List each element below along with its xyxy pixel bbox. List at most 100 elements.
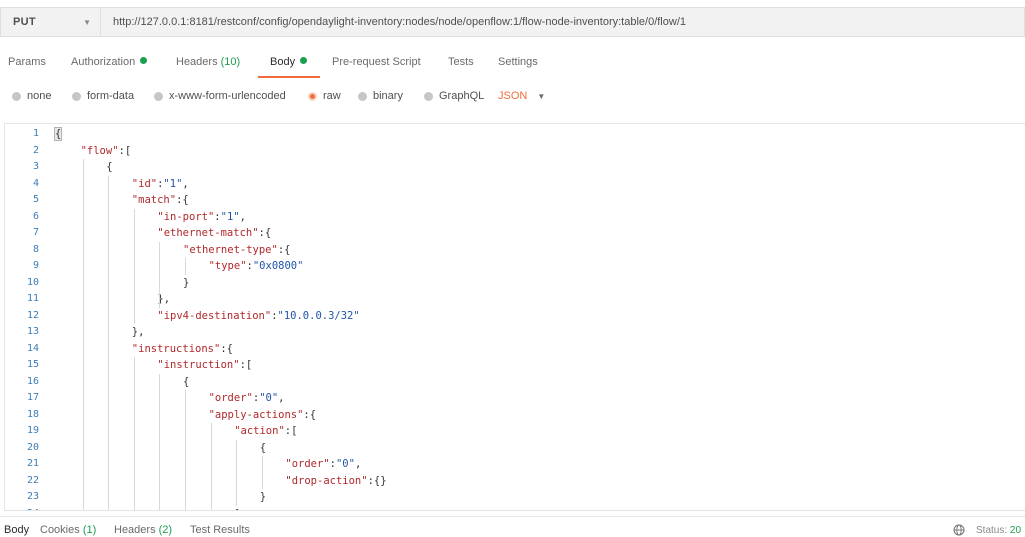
method-label: PUT: [13, 16, 36, 28]
response-tab-test-results[interactable]: Test Results: [190, 524, 250, 536]
radio-form-data-label: form-data: [87, 90, 135, 102]
body-status-dot: [300, 57, 308, 64]
indent-guide: [210, 423, 212, 510]
url-input[interactable]: http://127.0.0.1:8181/restconf/config/op…: [100, 7, 1025, 37]
json-key: "flow": [80, 144, 119, 157]
json-punctuation: }: [259, 491, 267, 503]
radio-selected-icon: [308, 91, 317, 101]
code-area[interactable]: {"flow":[{"id":"1", "match":{"in-port":"1…: [53, 124, 1025, 511]
radio-binary-label: binary: [373, 90, 403, 102]
response-tab-cookies-count: (1): [82, 524, 97, 536]
tab-settings[interactable]: Settings: [498, 56, 538, 68]
response-status: Status: 20: [976, 525, 1021, 536]
line-number: 6: [32, 210, 39, 222]
json-punctuation: :[: [118, 144, 132, 157]
line-number: 3: [32, 161, 39, 172]
line-number: 19: [26, 425, 39, 436]
request-bar: PUT ▼ http://127.0.0.1:8181/restconf/con…: [0, 7, 1025, 37]
line-number: 14: [26, 342, 39, 354]
response-tab-body[interactable]: Body: [4, 524, 29, 536]
indent-guide: [108, 175, 110, 510]
code-line: {: [260, 440, 266, 457]
line-number: 21: [26, 458, 39, 469]
method-select[interactable]: PUT ▼: [0, 7, 100, 37]
tab-headers[interactable]: Headers (10): [176, 56, 240, 68]
status-code: 20: [1009, 525, 1022, 536]
line-number-gutter: 1234567891011121314151617181920212223242…: [5, 124, 51, 510]
code-line: {: [106, 159, 112, 176]
response-tab-headers-count: (2): [158, 524, 173, 536]
response-tab-headers[interactable]: Headers (2): [114, 524, 172, 536]
response-tab-cookies-label: Cookies: [40, 524, 80, 536]
code-line: "match":{: [132, 192, 189, 209]
line-number: 9: [32, 260, 39, 271]
json-punctuation: :{: [258, 227, 272, 239]
code-line: "in-port":"1",: [157, 209, 246, 226]
radio-raw[interactable]: raw: [308, 90, 341, 102]
response-tab-cookies[interactable]: Cookies (1): [40, 524, 96, 536]
code-line: ]: [234, 506, 240, 511]
code-line: "flow":[: [81, 143, 132, 160]
json-punctuation: {: [259, 441, 267, 454]
url-text: http://127.0.0.1:8181/restconf/config/op…: [113, 16, 686, 28]
line-number: 23: [26, 491, 39, 502]
radio-urlencoded-label: x-www-form-urlencoded: [169, 90, 286, 102]
json-key: "order": [285, 458, 330, 470]
json-punctuation: {: [106, 161, 113, 173]
line-number: 16: [26, 375, 39, 387]
status-label: Status:: [976, 525, 1008, 536]
json-key: "order": [208, 392, 253, 404]
radio-graphql[interactable]: GraphQL: [424, 90, 484, 102]
indent-guide: [236, 439, 238, 506]
code-line: },: [132, 324, 145, 341]
line-number: 13: [26, 326, 39, 337]
authorization-status-dot: [140, 57, 148, 64]
line-number: 4: [32, 177, 39, 189]
code-line: "instruction":[: [157, 357, 252, 374]
code-line: }: [260, 489, 266, 506]
tab-tests[interactable]: Tests: [448, 56, 474, 68]
line-number: 20: [26, 441, 39, 453]
code-editor[interactable]: 1234567891011121314151617181920212223242…: [4, 123, 1025, 511]
json-punctuation: :{: [277, 243, 291, 256]
tab-body[interactable]: Body: [270, 56, 308, 68]
radio-urlencoded[interactable]: x-www-form-urlencoded: [154, 90, 286, 102]
line-number: 2: [32, 144, 39, 156]
line-number: 17: [26, 392, 39, 403]
json-key: "in-port": [157, 210, 215, 223]
json-string: "1": [220, 210, 240, 223]
radio-icon: [72, 91, 81, 101]
active-tab-indicator: [258, 76, 320, 78]
tab-headers-label: Headers: [176, 56, 218, 68]
json-punctuation: },: [131, 326, 145, 338]
tab-body-label: Body: [270, 56, 296, 68]
radio-binary[interactable]: binary: [358, 90, 403, 102]
json-punctuation: :[: [239, 359, 253, 371]
indent-guide: [133, 208, 135, 324]
json-key: "instructions": [131, 342, 221, 355]
tab-pre-request-script[interactable]: Pre-request Script: [332, 56, 421, 68]
radio-form-data[interactable]: form-data: [72, 90, 134, 102]
code-line: "ethernet-type":{: [183, 242, 290, 259]
json-key: "apply-actions": [208, 408, 304, 421]
radio-icon: [12, 91, 21, 101]
line-number: 22: [26, 474, 39, 486]
json-string: "0x0800": [252, 260, 304, 272]
json-key: "instruction": [157, 359, 240, 371]
json-punctuation: :{: [176, 194, 189, 206]
radio-none[interactable]: none: [12, 90, 51, 102]
tab-authorization-label: Authorization: [71, 56, 136, 68]
code-line: "action":[: [234, 423, 297, 440]
format-select[interactable]: JSON ▼: [498, 90, 545, 102]
line-number: 11: [26, 293, 39, 304]
globe-icon[interactable]: [953, 524, 965, 536]
format-select-label: JSON: [498, 90, 528, 102]
tab-params[interactable]: Params: [8, 56, 46, 68]
json-key: "ipv4-destination": [157, 309, 272, 322]
tab-authorization[interactable]: Authorization: [71, 56, 148, 68]
json-string: "10.0.0.3/32": [277, 309, 360, 322]
caret-down-icon: ▼: [83, 17, 91, 27]
json-punctuation: {: [183, 375, 190, 388]
line-number: 7: [32, 227, 39, 238]
code-line: "ipv4-destination":"10.0.0.3/32": [157, 308, 359, 325]
